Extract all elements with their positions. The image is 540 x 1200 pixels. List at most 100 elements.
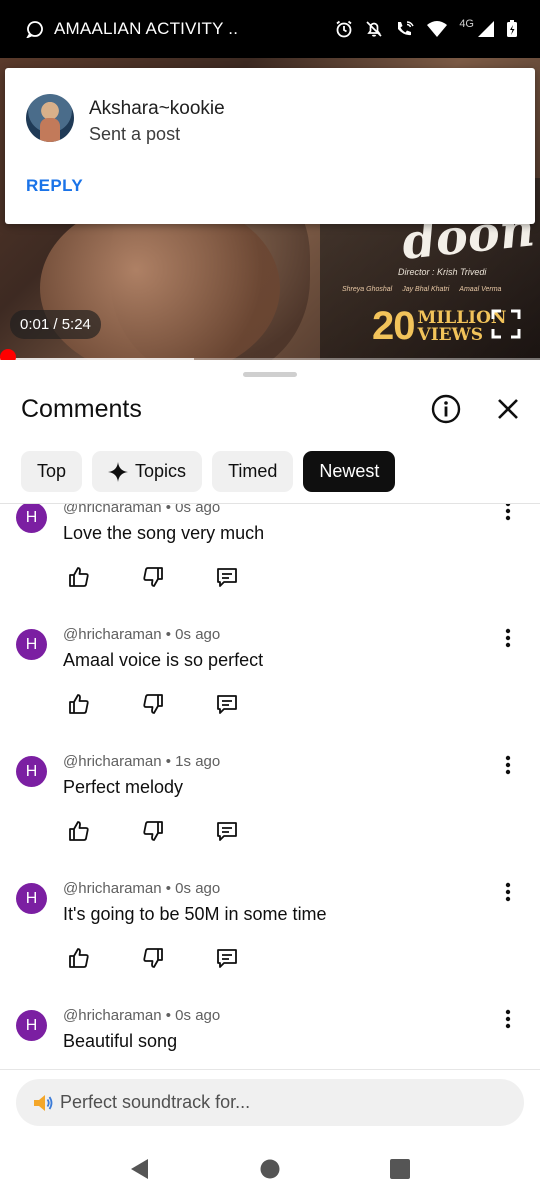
more-options-icon[interactable] xyxy=(498,625,518,651)
call-wifi-icon xyxy=(398,21,414,36)
sort-chips: Top Topics Timed Newest xyxy=(21,451,396,492)
info-icon[interactable] xyxy=(430,393,462,425)
notification-sender: Akshara~kookie xyxy=(89,98,225,119)
speaker-icon xyxy=(34,1094,53,1111)
comment-author-time[interactable]: @hricharaman • 0s ago xyxy=(63,880,220,897)
like-button[interactable] xyxy=(62,691,96,717)
thumbs-down-icon xyxy=(143,694,163,714)
mute-icon xyxy=(366,21,382,37)
status-icons: 4G xyxy=(335,18,518,38)
chip-timed[interactable]: Timed xyxy=(212,451,294,492)
chip-newest[interactable]: Newest xyxy=(303,451,396,492)
reply-comment-button[interactable] xyxy=(210,945,244,971)
avatar[interactable]: H xyxy=(16,504,47,533)
heads-up-notification[interactable]: Akshara~kookie Sent a post REPLY xyxy=(5,68,535,224)
video-progress-bar[interactable] xyxy=(0,358,540,360)
credit-name: Jay Bhal Khatri xyxy=(402,286,450,293)
notification-avatar xyxy=(26,94,74,142)
views-number: 20 xyxy=(372,304,415,348)
comment-author-time[interactable]: @hricharaman • 0s ago xyxy=(63,1007,220,1024)
avatar[interactable]: H xyxy=(16,1010,47,1041)
like-button[interactable] xyxy=(62,945,96,971)
thumbs-up-icon xyxy=(69,567,89,587)
comment-item: H @hricharaman • 1s ago Perfect melody xyxy=(0,744,540,870)
thumbs-down-icon xyxy=(143,821,163,841)
like-button[interactable] xyxy=(62,564,96,590)
comments-sheet: Comments Top Topics Timed Newest H @hric… xyxy=(0,361,540,1200)
views-badge: 20 MILLION VIEWS xyxy=(372,304,506,349)
thumbs-down-icon xyxy=(143,567,163,587)
video-scrubber-handle[interactable] xyxy=(0,349,16,360)
notification-message: Sent a post xyxy=(89,124,181,144)
more-options-icon[interactable] xyxy=(498,879,518,905)
status-bar: AMAALIAN ACTIVITY .. 4G xyxy=(0,0,540,58)
home-icon[interactable] xyxy=(258,1157,282,1181)
dislike-button[interactable] xyxy=(136,945,170,971)
reply-comment-button[interactable] xyxy=(210,691,244,717)
status-notification: AMAALIAN ACTIVITY .. xyxy=(26,19,238,39)
comment-actions xyxy=(62,691,244,717)
network-type: 4G xyxy=(459,18,474,30)
more-options-icon[interactable] xyxy=(498,504,518,524)
comment-text: Amaal voice is so perfect xyxy=(63,650,264,670)
views-word-views: VIEWS xyxy=(417,324,483,345)
comment-item: H @hricharaman • 0s ago Beautiful song xyxy=(0,998,540,1069)
video-time: 0:01 / 5:24 xyxy=(10,310,101,339)
dislike-button[interactable] xyxy=(136,818,170,844)
thumbs-up-icon xyxy=(69,694,89,714)
fullscreen-icon[interactable] xyxy=(490,308,522,340)
thumbs-up-icon xyxy=(69,948,89,968)
thumbs-up-icon xyxy=(69,821,89,841)
recents-icon[interactable] xyxy=(388,1157,412,1181)
comment-input-bar: Perfect soundtrack for... xyxy=(0,1069,540,1135)
back-icon[interactable] xyxy=(128,1157,152,1181)
avatar[interactable]: H xyxy=(16,883,47,914)
chip-label: Timed xyxy=(228,461,278,481)
chip-label: Newest xyxy=(319,461,380,481)
dislike-button[interactable] xyxy=(136,691,170,717)
comments-title: Comments xyxy=(21,395,142,423)
wifi-icon xyxy=(427,21,448,37)
close-icon[interactable] xyxy=(494,395,522,423)
credit-name: Shreya Ghoshal xyxy=(342,286,393,293)
avatar[interactable]: H xyxy=(16,756,47,787)
comment-input-placeholder: Perfect soundtrack for... xyxy=(60,1092,251,1112)
comment-author-time[interactable]: @hricharaman • 0s ago xyxy=(63,626,220,643)
comment-item: H @hricharaman • 0s ago Amaal voice is s… xyxy=(0,617,540,743)
battery-icon xyxy=(507,20,517,37)
comment-input[interactable]: Perfect soundtrack for... xyxy=(16,1079,524,1126)
comment-reply-icon xyxy=(217,822,237,841)
chip-topics[interactable]: Topics xyxy=(92,451,203,492)
comment-item: H @hricharaman • 0s ago It's going to be… xyxy=(0,871,540,997)
alarm-icon xyxy=(336,20,352,38)
comment-reply-icon xyxy=(217,949,237,968)
comment-author-time[interactable]: @hricharaman • 0s ago xyxy=(63,504,220,516)
reply-button[interactable]: REPLY xyxy=(26,176,83,196)
drag-handle[interactable] xyxy=(243,372,297,377)
reply-comment-button[interactable] xyxy=(210,564,244,590)
comment-actions xyxy=(62,945,244,971)
comment-item: H @hricharaman • 0s ago Love the song ve… xyxy=(0,504,540,616)
comment-text: It's going to be 50M in some time xyxy=(63,904,327,924)
reply-comment-button[interactable] xyxy=(210,818,244,844)
comment-text: Love the song very much xyxy=(63,523,265,543)
video-buffer-bar xyxy=(0,358,195,360)
thumbs-down-icon xyxy=(143,948,163,968)
chip-top[interactable]: Top xyxy=(21,451,83,492)
credit-name: Amaal Verma xyxy=(459,286,502,293)
chip-label: Top xyxy=(37,461,67,481)
comment-author-time[interactable]: @hricharaman • 1s ago xyxy=(63,753,220,770)
comment-actions xyxy=(62,564,244,590)
more-options-icon[interactable] xyxy=(498,752,518,778)
dislike-button[interactable] xyxy=(136,564,170,590)
more-options-icon[interactable] xyxy=(498,1006,518,1032)
comment-reply-icon xyxy=(217,568,237,587)
avatar[interactable]: H xyxy=(16,629,47,660)
sparkle-icon xyxy=(108,461,129,482)
chip-label: Topics xyxy=(135,461,187,481)
comment-text: Perfect melody xyxy=(63,777,184,797)
comment-text: Beautiful song xyxy=(63,1031,178,1051)
signal-icon xyxy=(478,21,494,37)
like-button[interactable] xyxy=(62,818,96,844)
comments-list[interactable]: H @hricharaman • 0s ago Love the song ve… xyxy=(0,504,540,1069)
